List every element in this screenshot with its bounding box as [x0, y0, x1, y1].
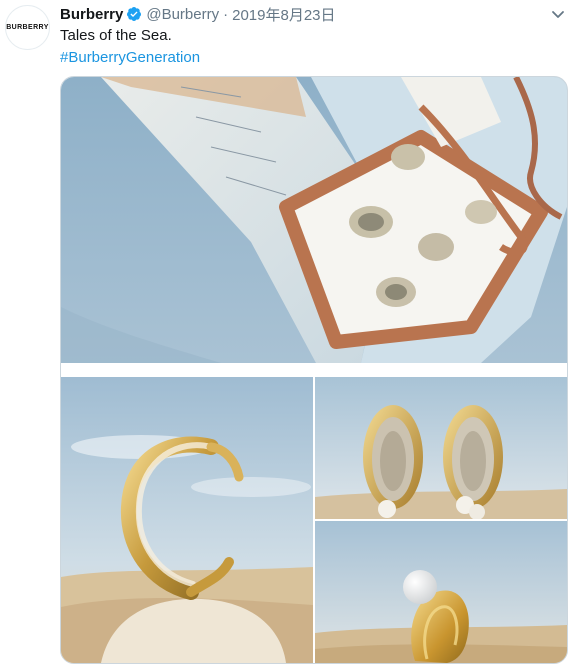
gold-cuff-photo[interactable] — [61, 377, 313, 663]
tweet-date[interactable]: 2019年8月23日 — [232, 4, 335, 25]
verified-badge-icon — [126, 6, 142, 22]
silk-scarf-photo[interactable] — [61, 77, 567, 363]
avatar-logo-text: BURBERRY — [6, 24, 49, 31]
tweet-header: Burberry @Burberry · 2019年8月23日 — [60, 4, 336, 24]
tweet: BURBERRY Burberry @Burberry · 2019年8月23日… — [0, 0, 576, 668]
tweet-text: Tales of the Sea. — [60, 27, 172, 44]
pearl-ring-photo[interactable] — [315, 521, 567, 663]
user-handle[interactable]: @Burberry — [146, 6, 219, 23]
media-grid — [60, 76, 568, 664]
header-separator: · — [223, 5, 229, 23]
avatar[interactable]: BURBERRY — [5, 5, 50, 50]
display-name[interactable]: Burberry — [60, 6, 123, 23]
chevron-down-icon[interactable] — [551, 8, 565, 20]
oyster-earrings-photo[interactable] — [315, 377, 567, 519]
hashtag-link[interactable]: #BurberryGeneration — [60, 48, 200, 68]
